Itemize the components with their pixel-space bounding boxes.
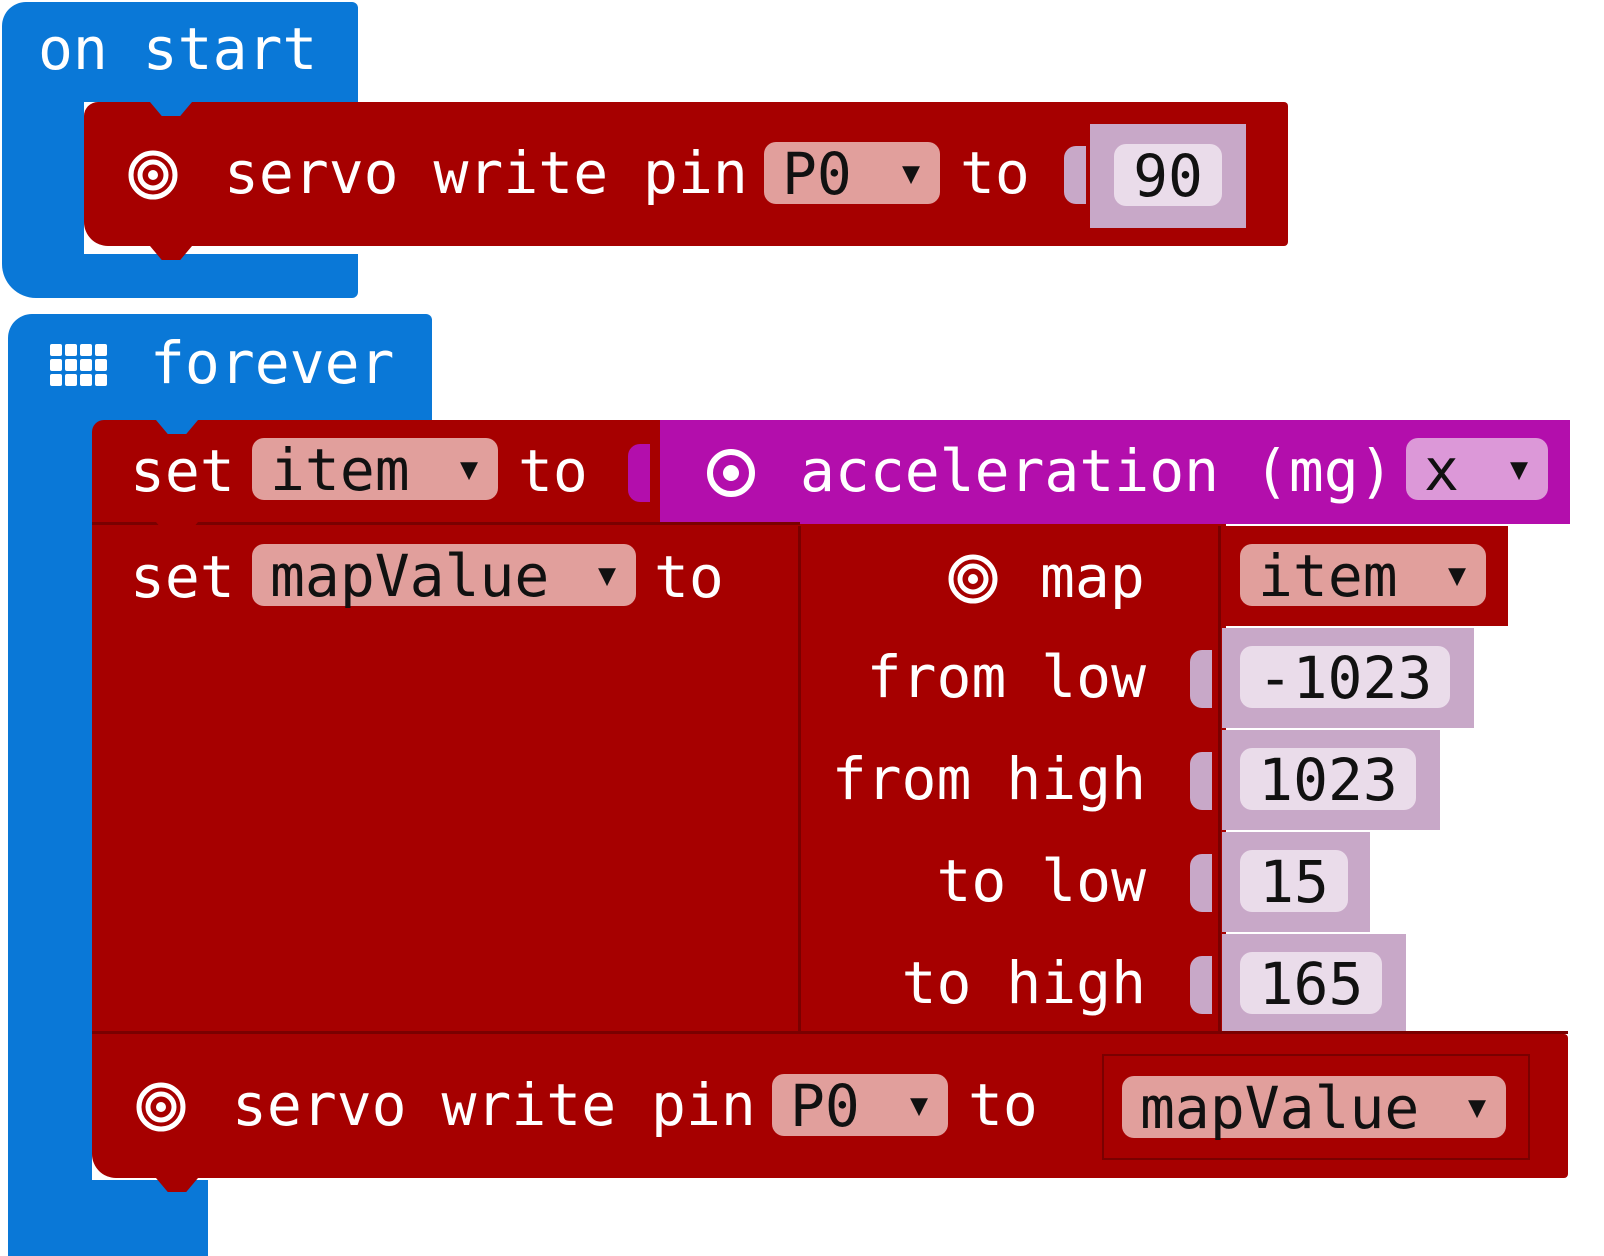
- to-label: to: [518, 437, 588, 505]
- variable-dropdown-mapvalue[interactable]: mapValue ▼: [252, 544, 636, 608]
- to-label: to: [654, 543, 724, 611]
- to-high-label: to high: [901, 949, 1146, 1017]
- variable-dropdown-item-map[interactable]: item ▼: [1240, 544, 1486, 608]
- forever-label: forever: [150, 329, 395, 397]
- pin-value: P0: [782, 140, 852, 208]
- servo-write-label: servo write pin: [232, 1071, 756, 1139]
- variable-dropdown-item[interactable]: item ▼: [252, 438, 498, 502]
- chevron-down-icon: ▼: [1467, 1090, 1486, 1125]
- variable-name: item: [1258, 542, 1398, 610]
- chevron-down-icon: ▼: [901, 156, 920, 191]
- acceleration-label: acceleration (mg): [800, 437, 1394, 505]
- chevron-down-icon: ▼: [1447, 558, 1466, 593]
- chevron-down-icon: ▼: [459, 452, 478, 487]
- from-high-label: from high: [831, 745, 1146, 813]
- to-label: to: [968, 1071, 1038, 1139]
- set-label: set: [130, 543, 235, 611]
- from-low-label: from low: [866, 643, 1146, 711]
- variable-name: mapValue: [270, 542, 550, 610]
- to-low-label: to low: [936, 847, 1146, 915]
- on-start-label: on start: [38, 15, 318, 83]
- number-input-90[interactable]: 90: [1114, 144, 1222, 208]
- to-label: to: [960, 139, 1030, 207]
- servo-write-label: servo write pin: [224, 139, 748, 207]
- pin-dropdown[interactable]: P0 ▼: [764, 142, 940, 206]
- variable-name: mapValue: [1140, 1074, 1420, 1142]
- chevron-down-icon: ▼: [909, 1088, 928, 1123]
- variable-dropdown-mapvalue-servo[interactable]: mapValue ▼: [1122, 1076, 1506, 1140]
- pin-value: P0: [790, 1072, 860, 1140]
- variable-name: item: [270, 436, 410, 504]
- axis-value: x: [1424, 436, 1459, 504]
- target-icon: [136, 1082, 186, 1132]
- number-input-from-low[interactable]: -1023: [1240, 646, 1450, 710]
- set-label: set: [130, 437, 235, 505]
- chevron-down-icon: ▼: [597, 558, 616, 593]
- chevron-down-icon: ▼: [1509, 452, 1528, 487]
- pin-dropdown[interactable]: P0 ▼: [772, 1074, 948, 1138]
- number-input-from-high[interactable]: 1023: [1240, 748, 1416, 812]
- number-input-to-low[interactable]: 15: [1240, 850, 1348, 914]
- target-icon: [128, 150, 178, 200]
- axis-dropdown[interactable]: x ▼: [1406, 438, 1548, 502]
- number-input-to-high[interactable]: 165: [1240, 952, 1382, 1016]
- map-block-border: [798, 526, 801, 1032]
- map-label: map: [1040, 543, 1145, 611]
- grid-icon: [50, 344, 107, 386]
- target-icon: [948, 554, 998, 604]
- radio-dot-icon: [707, 449, 755, 497]
